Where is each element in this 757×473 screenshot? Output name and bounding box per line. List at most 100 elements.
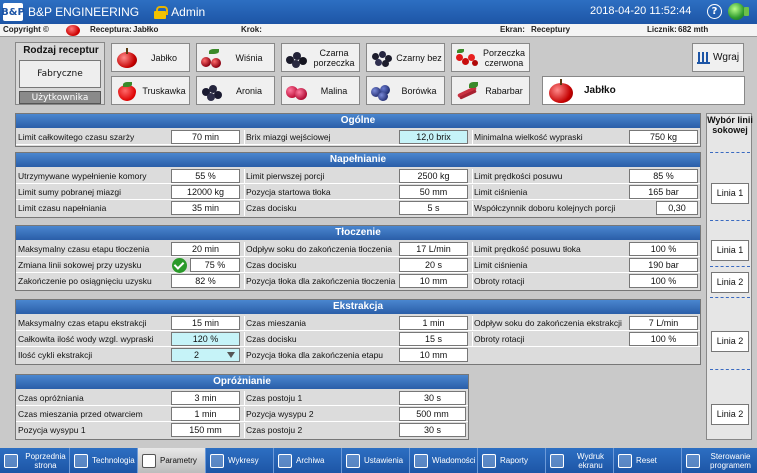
table-row: Limit czasu napełniania 35 min Czas doci… — [16, 201, 700, 216]
nav-charts[interactable]: Wykresy — [206, 448, 274, 473]
param-value[interactable]: 50 mm — [399, 185, 468, 199]
nav-archives[interactable]: Archiwa — [274, 448, 342, 473]
line-button-emptying[interactable]: Linia 2 — [711, 404, 749, 425]
dropdown-value: 2 — [194, 350, 200, 360]
fruit-button-blueberry[interactable]: Borówka — [366, 76, 445, 105]
brand-name: B&P ENGINEERING — [28, 5, 140, 19]
param-label: Brix miazgi wejściowej — [246, 132, 331, 142]
param-value[interactable]: 15 min — [171, 316, 240, 330]
fruit-button-strawberry[interactable]: Truskawka — [111, 76, 190, 105]
nav-program-control[interactable]: Sterowanie programem — [682, 448, 757, 473]
blueberry-icon — [370, 81, 394, 101]
param-value[interactable]: 12,0 brix — [399, 130, 468, 144]
param-label: Limit pierwszej porcji — [246, 171, 325, 181]
param-value[interactable]: 2500 kg — [399, 169, 468, 183]
param-label: Czas postoju 2 — [246, 425, 303, 435]
nav-reset[interactable]: Reset — [614, 448, 682, 473]
extraction-cycles-dropdown[interactable]: 2 — [171, 348, 240, 362]
param-label: Limit ciśnienia — [474, 260, 528, 270]
param-label: Czas mieszania przed otwarciem — [18, 409, 143, 419]
load-recipe-button[interactable]: Wgraj — [692, 43, 744, 72]
lock-icon[interactable] — [153, 6, 169, 19]
fruit-button-apple[interactable]: Jabłko — [111, 43, 190, 72]
messages-icon — [414, 453, 428, 468]
param-value[interactable]: 30 s — [399, 391, 466, 405]
nav-settings[interactable]: Ustawienia — [342, 448, 410, 473]
fruit-button-redcurrant[interactable]: Porzeczka czerwona — [451, 43, 530, 72]
line-button-pressing-2[interactable]: Linia 2 — [711, 272, 749, 293]
factory-recipes-button[interactable]: Fabryczne — [19, 60, 101, 88]
param-value[interactable]: 5 s — [399, 201, 468, 215]
param-value[interactable]: 12000 kg — [171, 185, 240, 199]
param-value[interactable]: 750 kg — [629, 130, 698, 144]
line-button-extraction[interactable]: Linia 2 — [711, 331, 749, 352]
param-value[interactable]: 82 % — [171, 274, 240, 288]
nav-technology[interactable]: Technologia — [70, 448, 138, 473]
nav-print-screen[interactable]: Wydruk ekranu — [546, 448, 614, 473]
load-label: Wgraj — [712, 52, 740, 63]
top-bar: B&P B&P ENGINEERING Admin 2018-04-20 11:… — [0, 0, 757, 24]
param-value[interactable]: 100 % — [629, 242, 698, 256]
table-row: Całkowita ilość wody wzgl. wypraski 120 … — [16, 332, 700, 347]
param-value[interactable]: 3 min — [171, 391, 240, 405]
param-value[interactable]: 0,30 — [656, 201, 698, 215]
counter-value: 682 mth — [678, 25, 709, 34]
param-value[interactable]: 55 % — [171, 169, 240, 183]
fruit-button-elderberry[interactable]: Czarny bez — [366, 43, 445, 72]
param-value[interactable]: 17 L/min — [399, 242, 468, 256]
param-value[interactable]: 20 min — [171, 242, 240, 256]
juice-line-panel: Wybór linii sokowej Linia 1 Linia 1 Lini… — [706, 113, 753, 440]
nav-parameters[interactable]: Parametry — [138, 448, 206, 473]
param-value[interactable]: 85 % — [629, 169, 698, 183]
param-value[interactable]: 75 % — [190, 258, 240, 272]
param-value[interactable]: 500 mm — [399, 407, 466, 421]
param-value[interactable]: 120 % — [171, 332, 240, 346]
param-value[interactable]: 30 s — [399, 423, 466, 437]
param-value[interactable]: 70 min — [171, 130, 240, 144]
language-globe-icon[interactable] — [728, 3, 749, 20]
param-label: Czas mieszania — [246, 318, 306, 328]
status-bar: Copyright © Receptura: Jabłko Krok: Ekra… — [0, 24, 757, 37]
fruit-button-aronia[interactable]: Aronia — [196, 76, 275, 105]
table-row: Zakończenie po osiągnięciu uzysku 82 % P… — [16, 274, 700, 289]
param-value[interactable]: 1 min — [171, 407, 240, 421]
param-label: Odpływ soku do zakończenia ekstrakcji — [474, 318, 622, 328]
table-row: Pozycja wysypu 1 150 mm Czas postoju 2 3… — [16, 423, 468, 438]
user-name[interactable]: Admin — [171, 5, 205, 19]
section-title: Tłoczenie — [16, 226, 700, 240]
recipe-apple-icon — [66, 25, 80, 36]
company-logo: B&P — [1, 3, 25, 21]
param-value[interactable]: 1 min — [399, 316, 468, 330]
chart-icon — [210, 453, 224, 468]
param-value[interactable]: 10 mm — [399, 274, 468, 288]
param-value[interactable]: 100 % — [629, 332, 698, 346]
parameters-icon — [142, 453, 156, 468]
fruit-button-cherry[interactable]: Wiśnia — [196, 43, 275, 72]
fruit-label: Aronia — [235, 85, 262, 96]
param-value[interactable]: 165 bar — [629, 185, 698, 199]
fruit-button-rhubarb[interactable]: Rabarbar — [451, 76, 530, 105]
nav-reports[interactable]: Raporty — [478, 448, 546, 473]
table-row: Maksymalny czasu etapu tłoczenia 20 min … — [16, 242, 700, 257]
param-value[interactable]: 150 mm — [171, 423, 240, 437]
nav-messages[interactable]: Wiadomości — [410, 448, 478, 473]
section-extraction: Ekstrakcja Maksymalny czas etapu ekstrak… — [15, 299, 701, 365]
line-button-pressing-1[interactable]: Linia 1 — [711, 240, 749, 261]
param-value[interactable]: 15 s — [399, 332, 468, 346]
fruit-button-raspberry[interactable]: Malina — [281, 76, 360, 105]
param-value[interactable]: 7 L/min — [629, 316, 698, 330]
line-button-filling[interactable]: Linia 1 — [711, 183, 749, 204]
nav-label: Archiwa — [296, 456, 325, 465]
param-value[interactable]: 35 min — [171, 201, 240, 215]
section-emptying: Opróżnianie Czas opróżniania 3 min Czas … — [15, 374, 469, 440]
param-value[interactable]: 10 mm — [399, 348, 468, 362]
help-icon[interactable]: ? — [707, 4, 722, 19]
param-value[interactable]: 190 bar — [629, 258, 698, 272]
param-value[interactable]: 20 s — [399, 258, 468, 272]
fruit-button-blackcurrant[interactable]: Czarna porzeczka — [281, 43, 360, 72]
nav-previous-page[interactable]: Poprzednia strona — [0, 448, 70, 473]
user-recipes-button[interactable]: Użytkownika — [19, 91, 101, 104]
recipe-type-panel: Rodzaj receptur Fabryczne Użytkownika — [15, 42, 105, 105]
param-value[interactable]: 100 % — [629, 274, 698, 288]
selected-recipe-name: Jabłko — [584, 85, 616, 96]
